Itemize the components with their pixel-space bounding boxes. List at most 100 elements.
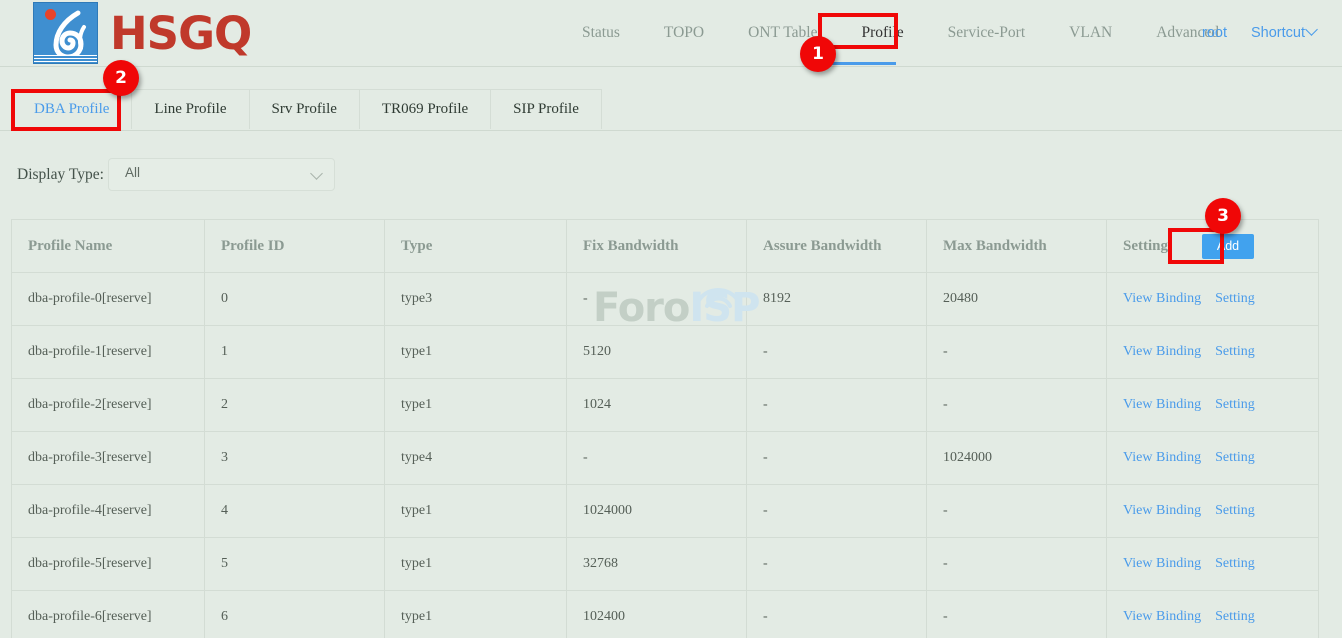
cell-profile-name: dba-profile-3[reserve] — [12, 432, 205, 485]
cell-setting: View Binding Setting — [1107, 538, 1319, 591]
cell-fix-bandwidth: 102400 — [567, 591, 747, 638]
setting-link[interactable]: Setting — [1215, 609, 1255, 624]
table-header-row: Profile Name Profile ID Type Fix Bandwid… — [12, 220, 1319, 273]
nav-item-status[interactable]: Status — [560, 18, 642, 48]
cell-fix-bandwidth: - — [567, 273, 747, 326]
cell-profile-name: dba-profile-6[reserve] — [12, 591, 205, 638]
table-row: dba-profile-4[reserve]4type11024000--Vie… — [12, 485, 1319, 538]
cell-profile-id: 2 — [205, 379, 385, 432]
setting-link[interactable]: Setting — [1215, 397, 1255, 412]
cell-profile-name: dba-profile-4[reserve] — [12, 485, 205, 538]
dba-profile-table: Profile Name Profile ID Type Fix Bandwid… — [11, 219, 1319, 638]
cell-assure-bandwidth: 8192 — [747, 273, 927, 326]
cell-max-bandwidth: - — [927, 326, 1107, 379]
col-profile-id: Profile ID — [205, 220, 385, 273]
cell-type: type1 — [385, 379, 567, 432]
view-binding-link[interactable]: View Binding — [1123, 397, 1201, 412]
logo-stripes-icon — [34, 55, 97, 63]
nav-item-profile[interactable]: Profile — [839, 18, 925, 48]
brand-name: HSGQ — [110, 11, 251, 56]
user-area: root Shortcut — [1190, 18, 1328, 48]
cell-type: type1 — [385, 326, 567, 379]
table-row: dba-profile-5[reserve]5type132768--View … — [12, 538, 1319, 591]
chevron-down-icon — [310, 167, 323, 180]
table-row: dba-profile-6[reserve]6type1102400--View… — [12, 591, 1319, 638]
setting-link[interactable]: Setting — [1215, 503, 1255, 518]
cell-profile-name: dba-profile-5[reserve] — [12, 538, 205, 591]
view-binding-link[interactable]: View Binding — [1123, 344, 1201, 359]
nav-item-service-port[interactable]: Service-Port — [926, 18, 1047, 48]
display-type-label: Display Type: — [17, 166, 104, 184]
setting-link[interactable]: Setting — [1215, 556, 1255, 571]
nav-active-indicator — [828, 62, 896, 65]
cell-profile-id: 1 — [205, 326, 385, 379]
display-type-select[interactable]: All — [108, 158, 335, 191]
cell-assure-bandwidth: - — [747, 432, 927, 485]
cell-assure-bandwidth: - — [747, 326, 927, 379]
cell-type: type3 — [385, 273, 567, 326]
main-navigation: Status TOPO ONT Table Profile Service-Po… — [560, 18, 1241, 48]
table-row: dba-profile-2[reserve]2type11024--View B… — [12, 379, 1319, 432]
cell-setting: View Binding Setting — [1107, 591, 1319, 638]
add-button[interactable]: Add — [1202, 234, 1254, 259]
filter-bar: Display Type: All — [0, 152, 1342, 212]
cell-profile-name: dba-profile-0[reserve] — [12, 273, 205, 326]
cell-setting: View Binding Setting — [1107, 379, 1319, 432]
cell-type: type1 — [385, 485, 567, 538]
cell-fix-bandwidth: 5120 — [567, 326, 747, 379]
col-setting-label: Setting — [1123, 238, 1168, 254]
col-profile-name: Profile Name — [12, 220, 205, 273]
cell-type: type1 — [385, 591, 567, 638]
view-binding-link[interactable]: View Binding — [1123, 503, 1201, 518]
tab-line-profile[interactable]: Line Profile — [132, 90, 249, 129]
col-setting: Setting Add — [1107, 220, 1319, 273]
cell-type: type1 — [385, 538, 567, 591]
view-binding-link[interactable]: View Binding — [1123, 609, 1201, 624]
shortcut-label: Shortcut — [1251, 25, 1305, 41]
setting-link[interactable]: Setting — [1215, 291, 1255, 306]
col-max-bandwidth: Max Bandwidth — [927, 220, 1107, 273]
cell-fix-bandwidth: 1024000 — [567, 485, 747, 538]
cell-max-bandwidth: 20480 — [927, 273, 1107, 326]
tab-sip-profile[interactable]: SIP Profile — [491, 90, 601, 129]
col-type: Type — [385, 220, 567, 273]
nav-item-topo[interactable]: TOPO — [642, 18, 726, 48]
cell-type: type4 — [385, 432, 567, 485]
cell-assure-bandwidth: - — [747, 379, 927, 432]
setting-link[interactable]: Setting — [1215, 344, 1255, 359]
nav-item-vlan[interactable]: VLAN — [1047, 18, 1134, 48]
cell-profile-id: 0 — [205, 273, 385, 326]
brand-logo-group: HSGQ — [33, 2, 251, 64]
cell-fix-bandwidth: 32768 — [567, 538, 747, 591]
profile-tabs: DBA Profile Line Profile Srv Profile TR0… — [11, 89, 602, 129]
cell-profile-name: dba-profile-2[reserve] — [12, 379, 205, 432]
col-assure-bandwidth: Assure Bandwidth — [747, 220, 927, 273]
setting-link[interactable]: Setting — [1215, 450, 1255, 465]
table-row: dba-profile-3[reserve]3type4--1024000Vie… — [12, 432, 1319, 485]
cell-setting: View Binding Setting — [1107, 326, 1319, 379]
cell-max-bandwidth: 1024000 — [927, 432, 1107, 485]
view-binding-link[interactable]: View Binding — [1123, 556, 1201, 571]
shortcut-menu[interactable]: Shortcut — [1239, 18, 1328, 48]
tab-tr069-profile[interactable]: TR069 Profile — [360, 90, 491, 129]
table-row: dba-profile-0[reserve]0type3-819220480 Vi… — [12, 273, 1319, 326]
cell-max-bandwidth: - — [927, 538, 1107, 591]
cell-fix-bandwidth: 1024 — [567, 379, 747, 432]
table-body: dba-profile-0[reserve]0type3-819220480Vi… — [12, 273, 1319, 638]
nav-item-ont-table[interactable]: ONT Table — [726, 18, 839, 48]
tab-dba-profile[interactable]: DBA Profile — [12, 90, 132, 129]
table-row: dba-profile-1[reserve]1type15120--View B… — [12, 326, 1319, 379]
user-name-link[interactable]: root — [1190, 18, 1239, 48]
cell-setting: View Binding Setting — [1107, 432, 1319, 485]
cell-profile-id: 6 — [205, 591, 385, 638]
view-binding-link[interactable]: View Binding — [1123, 450, 1201, 465]
app-header: HSGQ Status TOPO ONT Table Profile Servi… — [0, 0, 1342, 67]
cell-max-bandwidth: - — [927, 591, 1107, 638]
cell-assure-bandwidth: - — [747, 591, 927, 638]
cell-assure-bandwidth: - — [747, 538, 927, 591]
cell-max-bandwidth: - — [927, 485, 1107, 538]
tab-srv-profile[interactable]: Srv Profile — [250, 90, 360, 129]
cell-profile-id: 3 — [205, 432, 385, 485]
col-fix-bandwidth: Fix Bandwidth — [567, 220, 747, 273]
view-binding-link[interactable]: View Binding — [1123, 291, 1201, 306]
